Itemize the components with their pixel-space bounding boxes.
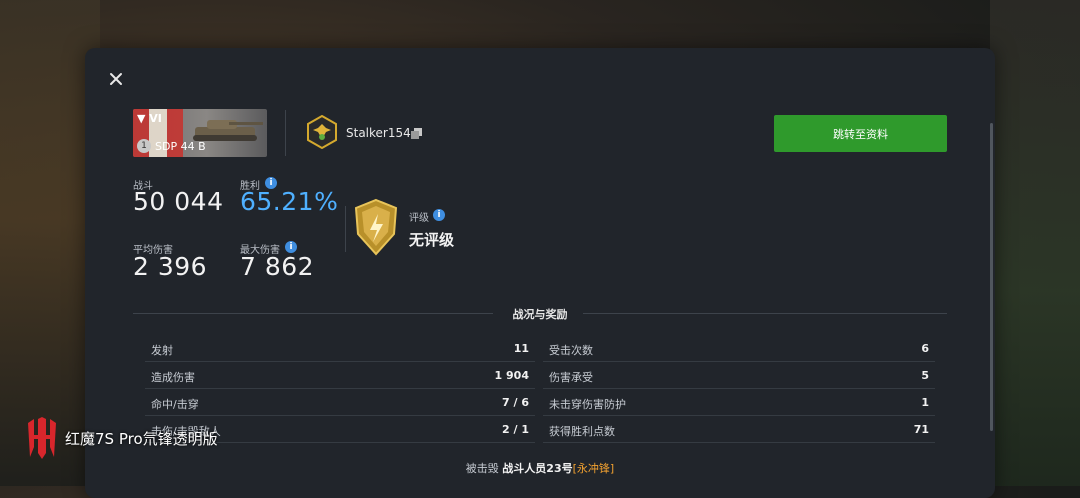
row-value: 71 — [913, 423, 929, 436]
rating-divider — [345, 206, 346, 252]
killer-clan-tag[interactable]: [永冲锋] — [573, 462, 615, 475]
avg-damage-value: 2 396 — [133, 252, 208, 281]
eagle-emblem-icon — [307, 115, 337, 149]
row-value: 1 904 — [494, 369, 529, 382]
close-icon[interactable] — [107, 70, 125, 88]
rating-info-icon[interactable]: i — [433, 209, 445, 221]
copy-icon[interactable] — [411, 128, 422, 139]
destroyed-by-label: 被击毁 — [465, 462, 499, 475]
row-value: 7 / 6 — [502, 396, 529, 409]
tank-level-badge: 1 — [137, 139, 151, 153]
player-name: Stalker154 — [346, 126, 411, 140]
tank-card: ▼ VI 1 SDP 44 B — [133, 109, 267, 157]
table-row: 命中/击穿 7 / 6 — [145, 389, 535, 416]
camera-watermark: 红魔7S Pro氘锋透明版 — [26, 417, 218, 459]
rating-label: 评级 — [409, 213, 429, 224]
row-label: 命中/击穿 — [151, 398, 199, 411]
watermark-text: 红魔7S Pro氘锋透明版 — [65, 429, 218, 448]
table-row: 造成伤害 1 904 — [145, 362, 535, 389]
row-label: 造成伤害 — [151, 371, 195, 384]
destroyed-by-line: 被击毁 战斗人员23号[永冲锋] — [85, 460, 995, 476]
row-label: 获得胜利点数 — [549, 425, 615, 438]
row-label: 伤害承受 — [549, 371, 593, 384]
table-row: 未击穿伤害防护 1 — [543, 389, 935, 416]
battle-result-dialog: ▼ VI 1 SDP 44 B Stalker154 跳转至资料 战斗 50 0… — [85, 48, 995, 498]
row-value: 1 — [921, 396, 929, 409]
scrollbar[interactable] — [990, 123, 993, 431]
table-row: 发射 11 — [145, 335, 535, 362]
background-right — [990, 0, 1080, 486]
winrate-value: 65.21% — [240, 187, 339, 216]
rating-value: 无评级 — [409, 231, 455, 249]
header-divider — [285, 110, 286, 156]
table-row: 获得胜利点数 71 — [543, 416, 935, 443]
row-value: 11 — [513, 342, 529, 355]
table-row: 伤害承受 5 — [543, 362, 935, 389]
killer-name[interactable]: 战斗人员23号 — [502, 462, 572, 475]
battles-value: 50 044 — [133, 187, 224, 216]
row-value: 6 — [921, 342, 929, 355]
max-damage-value: 7 862 — [240, 252, 315, 281]
tank-name: SDP 44 B — [155, 140, 206, 153]
row-value: 2 / 1 — [502, 423, 529, 436]
redmagic-logo-icon — [28, 417, 56, 459]
tank-icon — [193, 120, 263, 141]
row-label: 未击穿伤害防护 — [549, 398, 626, 411]
rating-shield-icon — [354, 198, 398, 256]
go-to-profile-button[interactable]: 跳转至资料 — [774, 115, 947, 152]
tank-tier: ▼ VI — [137, 112, 162, 125]
section-title: 战况与奖励 — [512, 308, 568, 321]
row-label: 受击次数 — [549, 344, 593, 357]
row-value: 5 — [921, 369, 929, 382]
row-label: 发射 — [151, 344, 173, 357]
table-row: 受击次数 6 — [543, 335, 935, 362]
